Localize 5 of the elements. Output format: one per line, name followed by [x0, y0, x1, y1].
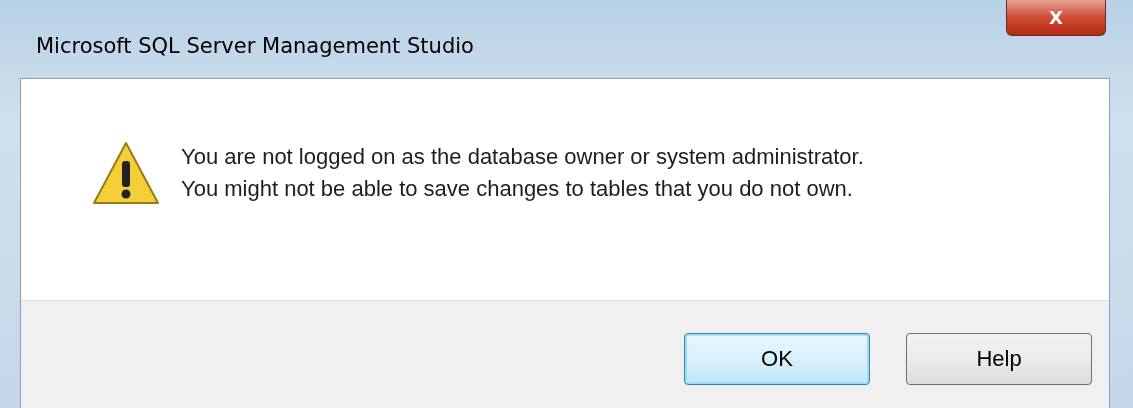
- help-button[interactable]: Help: [906, 333, 1092, 385]
- close-button[interactable]: X: [1006, 0, 1106, 36]
- ok-button[interactable]: OK: [684, 333, 870, 385]
- window-title: Microsoft SQL Server Management Studio: [36, 34, 474, 58]
- warning-message: You are not logged on as the database owner or system administrator. You might not be able to save changes to tables that you do not own.: [181, 143, 864, 203]
